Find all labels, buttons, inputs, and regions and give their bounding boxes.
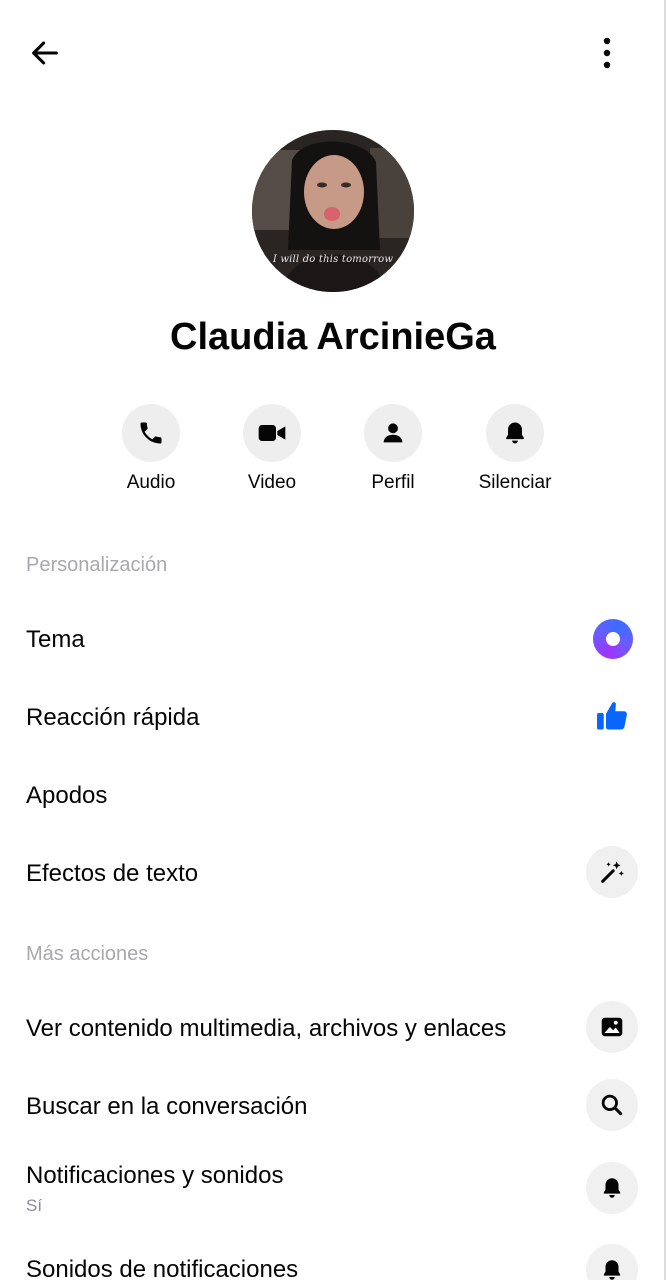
more-actions-header: Más acciones [26,943,149,965]
back-button[interactable] [22,30,68,76]
mute-button[interactable]: Silenciar [460,404,570,494]
notification-sounds-icon-circle [586,1244,638,1280]
media-files-links-label: Ver contenido multimedia, archivos y enl… [26,1015,507,1042]
notifications-sounds-row[interactable]: Notificaciones y sonidos Sí [0,1156,664,1230]
audio-call-button[interactable]: Audio [96,404,206,494]
quick-actions: Audio Video Perfil Silenciar [0,404,666,504]
text-effects-label: Efectos de texto [26,860,199,887]
notification-sounds-label: Sonidos de notificaciones [26,1256,299,1280]
personalization-header: Personalización [26,554,168,576]
notification-sounds-row[interactable]: Sonidos de notificaciones [0,1242,664,1280]
video-camera-icon [258,425,286,441]
theme-label: Tema [26,626,85,653]
more-vertical-icon [603,37,611,69]
video-call-circle [243,404,301,462]
thumbs-up-icon [597,702,627,730]
nicknames-label: Apodos [26,782,108,809]
avatar-caption: I will do this tomorrow [272,254,394,265]
search-icon [601,1094,623,1116]
nicknames-row[interactable]: Apodos [0,764,664,828]
search-icon-circle [586,1079,638,1131]
video-call-button[interactable]: Video [217,404,327,494]
person-icon [383,423,403,443]
arrow-left-icon [32,41,58,65]
mute-label: Silenciar [478,472,552,493]
theme-dot-center [606,632,620,646]
quick-reaction-label: Reacción rápida [26,704,200,731]
quick-reaction-row[interactable]: Reacción rápida [0,686,664,750]
magic-wand-icon [601,861,624,883]
search-conversation-row[interactable]: Buscar en la conversación [0,1075,664,1139]
theme-row[interactable]: Tema [0,608,664,672]
bell-icon [603,1260,621,1280]
text-effects-row[interactable]: Efectos de texto [0,842,664,906]
profile-button[interactable]: Perfil [338,404,448,494]
search-conversation-label: Buscar en la conversación [26,1093,308,1120]
phone-icon [140,422,162,444]
more-options-button[interactable] [584,30,630,76]
mute-circle [486,404,544,462]
theme-color-icon [593,619,633,659]
profile-name: Claudia ArcinieGa [170,316,496,358]
profile-circle [364,404,422,462]
image-icon [601,1017,623,1037]
notifications-icon-circle [586,1162,638,1214]
audio-label: Audio [126,472,176,493]
profile-avatar[interactable]: I will do this tomorrow [252,130,414,292]
video-label: Video [247,472,297,493]
top-bar [0,0,666,105]
profile-label: Perfil [371,472,415,493]
audio-call-circle [122,404,180,462]
media-icon-circle [586,1001,638,1053]
notifications-status: Sí [26,1196,43,1215]
avatar-photo [252,130,414,292]
bell-icon [506,422,524,444]
text-effects-icon-circle [586,846,638,898]
media-files-links-row[interactable]: Ver contenido multimedia, archivos y enl… [0,997,664,1061]
bell-icon [603,1178,621,1198]
notifications-sounds-label: Notificaciones y sonidos [26,1162,284,1189]
